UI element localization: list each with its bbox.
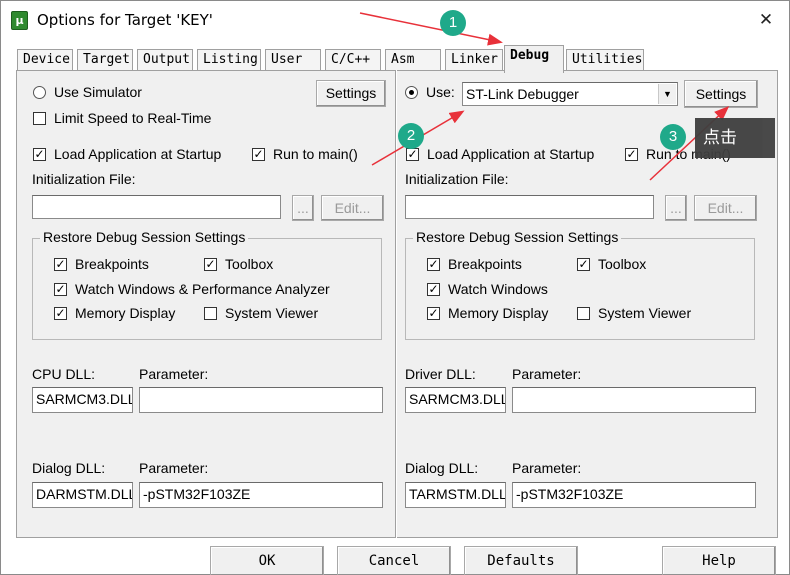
right-init-file-input[interactable]	[405, 195, 654, 219]
panel-divider	[395, 70, 397, 538]
driver-dll-label: Driver DLL:	[405, 366, 476, 382]
left-run-to-main-checkbox[interactable]: ✓	[252, 148, 265, 161]
debugger-select[interactable]: ST-Link Debugger ▼	[462, 82, 678, 106]
right-dialog-dll-label: Dialog DLL:	[405, 460, 479, 476]
driver-dll-input[interactable]: SARMCM3.DLL	[405, 387, 506, 413]
left-breakpoints-checkbox[interactable]: ✓	[54, 258, 67, 271]
right-system-viewer-label: System Viewer	[598, 305, 692, 321]
right-toolbox-checkbox[interactable]: ✓	[577, 258, 590, 271]
left-dialog-parameter-input[interactable]: -pSTM32F103ZE	[139, 482, 383, 508]
left-restore-title: Restore Debug Session Settings	[40, 229, 249, 245]
right-edit-button[interactable]: Edit...	[694, 195, 757, 221]
left-run-to-main-label: Run to main()	[273, 146, 358, 162]
ok-button[interactable]: OK	[210, 546, 324, 575]
window-title: Options for Target 'KEY'	[37, 11, 213, 29]
tab-linker[interactable]: Linker	[445, 49, 503, 71]
left-dialog-dll-input[interactable]: DARMSTM.DLL	[32, 482, 133, 508]
tab-asm[interactable]: Asm	[385, 49, 441, 71]
left-toolbox-checkbox[interactable]: ✓	[204, 258, 217, 271]
left-edit-button[interactable]: Edit...	[321, 195, 384, 221]
right-watch-checkbox[interactable]: ✓	[427, 283, 440, 296]
tab-output[interactable]: Output	[137, 49, 193, 71]
tab-debug[interactable]: Debug	[504, 45, 564, 73]
right-dialog-parameter-label: Parameter:	[512, 460, 582, 476]
left-browse-button[interactable]: ...	[292, 195, 314, 221]
tab-device[interactable]: Device	[17, 49, 73, 71]
left-dialog-parameter-label: Parameter:	[139, 460, 209, 476]
cancel-button[interactable]: Cancel	[337, 546, 451, 575]
right-dialog-parameter-input[interactable]: -pSTM32F103ZE	[512, 482, 756, 508]
left-dialog-dll-label: Dialog DLL:	[32, 460, 106, 476]
right-watch-label: Watch Windows	[448, 281, 548, 297]
use-simulator-label: Use Simulator	[54, 84, 142, 100]
step-badge-3: 3	[660, 124, 686, 150]
radio-selected-dot	[409, 90, 414, 95]
step-badge-2: 2	[398, 123, 424, 149]
left-load-app-label: Load Application at Startup	[54, 146, 222, 162]
right-load-app-label: Load Application at Startup	[427, 146, 595, 162]
left-watch-checkbox[interactable]: ✓	[54, 283, 67, 296]
tab-listing[interactable]: Listing	[197, 49, 261, 71]
tab-user[interactable]: User	[265, 49, 321, 71]
right-toolbox-label: Toolbox	[598, 256, 647, 272]
left-system-viewer-label: System Viewer	[225, 305, 319, 321]
debugger-settings-button[interactable]: Settings	[684, 80, 758, 108]
left-breakpoints-label: Breakpoints	[75, 256, 149, 272]
right-load-app-checkbox[interactable]: ✓	[406, 148, 419, 161]
help-button[interactable]: Help	[662, 546, 776, 575]
tab-utilities[interactable]: Utilities	[566, 49, 644, 71]
chevron-down-icon[interactable]: ▼	[658, 84, 676, 104]
simulator-settings-button[interactable]: Settings	[316, 80, 386, 107]
right-init-file-label: Initialization File:	[405, 171, 509, 187]
left-init-file-label: Initialization File:	[32, 171, 136, 187]
defaults-button[interactable]: Defaults	[464, 546, 578, 575]
right-parameter-label: Parameter:	[512, 366, 582, 382]
right-memory-label: Memory Display	[448, 305, 549, 321]
close-button[interactable]: ✕	[753, 9, 779, 33]
limit-speed-label: Limit Speed to Real-Time	[54, 110, 212, 126]
driver-parameter-input[interactable]	[512, 387, 756, 413]
use-label: Use:	[426, 84, 455, 100]
right-restore-title: Restore Debug Session Settings	[413, 229, 622, 245]
use-debugger-radio[interactable]	[405, 86, 418, 99]
right-run-to-main-checkbox[interactable]: ✓	[625, 148, 638, 161]
right-breakpoints-checkbox[interactable]: ✓	[427, 258, 440, 271]
tab-cpp[interactable]: C/C++	[325, 49, 381, 71]
use-simulator-radio[interactable]	[33, 86, 46, 99]
tab-target[interactable]: Target	[77, 49, 133, 71]
left-system-viewer-checkbox[interactable]	[204, 307, 217, 320]
debugger-select-value: ST-Link Debugger	[466, 86, 579, 102]
keil-app-icon: µ	[11, 11, 28, 30]
cpu-dll-input[interactable]: SARMCM3.DLL	[32, 387, 133, 413]
left-load-app-checkbox[interactable]: ✓	[33, 148, 46, 161]
cpu-parameter-input[interactable]	[139, 387, 383, 413]
left-watch-label: Watch Windows & Performance Analyzer	[75, 281, 330, 297]
right-memory-checkbox[interactable]: ✓	[427, 307, 440, 320]
left-memory-checkbox[interactable]: ✓	[54, 307, 67, 320]
click-tooltip: 点击	[695, 118, 775, 158]
left-init-file-input[interactable]	[32, 195, 281, 219]
right-system-viewer-checkbox[interactable]	[577, 307, 590, 320]
right-browse-button[interactable]: ...	[665, 195, 687, 221]
left-parameter-label: Parameter:	[139, 366, 209, 382]
cpu-dll-label: CPU DLL:	[32, 366, 96, 382]
right-dialog-dll-input[interactable]: TARMSTM.DLL	[405, 482, 506, 508]
right-breakpoints-label: Breakpoints	[448, 256, 522, 272]
left-memory-label: Memory Display	[75, 305, 176, 321]
limit-speed-checkbox[interactable]	[33, 112, 46, 125]
step-badge-1: 1	[440, 10, 466, 36]
left-toolbox-label: Toolbox	[225, 256, 274, 272]
